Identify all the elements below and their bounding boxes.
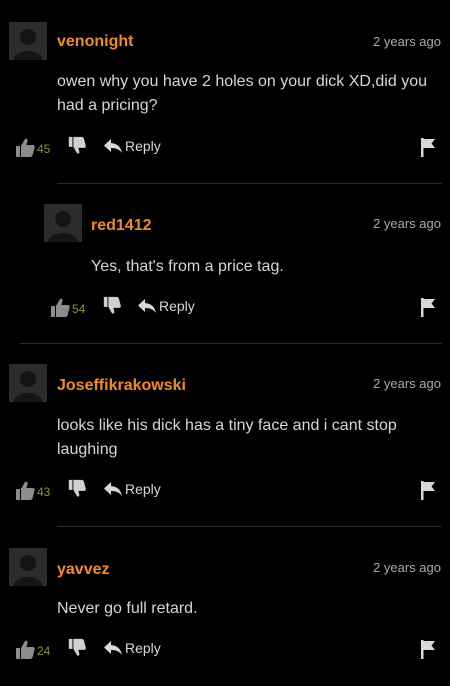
avatar[interactable] <box>9 22 47 60</box>
dislike-button[interactable] <box>67 638 87 658</box>
timestamp: 2 years ago <box>373 560 441 575</box>
username[interactable]: venonight <box>57 32 133 52</box>
reply-label: Reply <box>125 481 161 497</box>
avatar[interactable] <box>9 364 47 402</box>
thumbs-down-icon <box>68 479 86 497</box>
reply-label: Reply <box>125 640 161 656</box>
avatar-placeholder-icon <box>9 548 47 586</box>
flag-button[interactable] <box>420 639 436 659</box>
thumbs-down-icon <box>68 136 86 154</box>
like-button[interactable]: 43 <box>14 479 50 501</box>
reply-arrow-icon <box>104 641 122 655</box>
flag-icon <box>421 481 435 500</box>
avatar-placeholder-icon <box>9 22 47 60</box>
username[interactable]: Joseffikrakowski <box>57 376 186 396</box>
comment: Joseffikrakowski 2 years ago looks like … <box>0 344 450 527</box>
thumbs-down-icon <box>68 638 86 656</box>
avatar[interactable] <box>44 204 82 242</box>
reply-arrow-icon <box>138 299 156 313</box>
timestamp: 2 years ago <box>373 216 441 231</box>
like-button[interactable]: 45 <box>14 136 50 158</box>
comment: red1412 2 years ago Yes, that's from a p… <box>0 184 450 344</box>
dislike-button[interactable] <box>102 296 122 316</box>
thumbs-up-icon <box>51 298 70 317</box>
reply-button[interactable]: Reply <box>137 298 195 314</box>
reply-label: Reply <box>125 138 161 154</box>
thumbs-up-icon <box>16 481 35 500</box>
like-count: 43 <box>37 485 51 499</box>
reply-button[interactable]: Reply <box>103 138 161 154</box>
username[interactable]: red1412 <box>91 216 152 236</box>
like-button[interactable]: 54 <box>49 296 85 318</box>
avatar-placeholder-icon <box>44 204 82 242</box>
comment-actions: 45 Reply <box>0 136 450 160</box>
timestamp: 2 years ago <box>373 376 441 391</box>
dislike-button[interactable] <box>67 136 87 156</box>
flag-button[interactable] <box>420 480 436 500</box>
comment-actions: 43 Reply <box>0 479 450 503</box>
reply-label: Reply <box>159 298 195 314</box>
like-button[interactable]: 24 <box>14 638 50 660</box>
flag-icon <box>421 640 435 659</box>
reply-button[interactable]: Reply <box>103 640 161 656</box>
flag-icon <box>421 138 435 157</box>
flag-button[interactable] <box>420 137 436 157</box>
flag-button[interactable] <box>420 297 436 317</box>
comment-text: owen why you have 2 holes on your dick X… <box>57 73 427 114</box>
comment-text: looks like his dick has a tiny face and … <box>57 417 397 458</box>
flag-icon <box>421 298 435 317</box>
thumbs-up-icon <box>16 640 35 659</box>
comment-text: Yes, that's from a price tag. <box>91 258 284 275</box>
avatar[interactable] <box>9 548 47 586</box>
like-count: 24 <box>37 644 51 658</box>
comment-actions: 54 Reply <box>0 296 450 320</box>
comment-actions: 24 Reply <box>0 638 450 662</box>
dislike-button[interactable] <box>67 479 87 499</box>
timestamp: 2 years ago <box>373 34 441 49</box>
comment: venonight 2 years ago owen why you have … <box>0 0 450 184</box>
reply-arrow-icon <box>104 482 122 496</box>
like-count: 45 <box>37 142 51 156</box>
comment: yavvez 2 years ago Never go full retard.… <box>0 527 450 686</box>
like-count: 54 <box>72 302 86 316</box>
username[interactable]: yavvez <box>57 560 110 580</box>
thumbs-up-icon <box>16 138 35 157</box>
reply-button[interactable]: Reply <box>103 481 161 497</box>
avatar-placeholder-icon <box>9 364 47 402</box>
thumbs-down-icon <box>103 296 121 314</box>
reply-arrow-icon <box>104 139 122 153</box>
comment-text: Never go full retard. <box>57 600 198 617</box>
